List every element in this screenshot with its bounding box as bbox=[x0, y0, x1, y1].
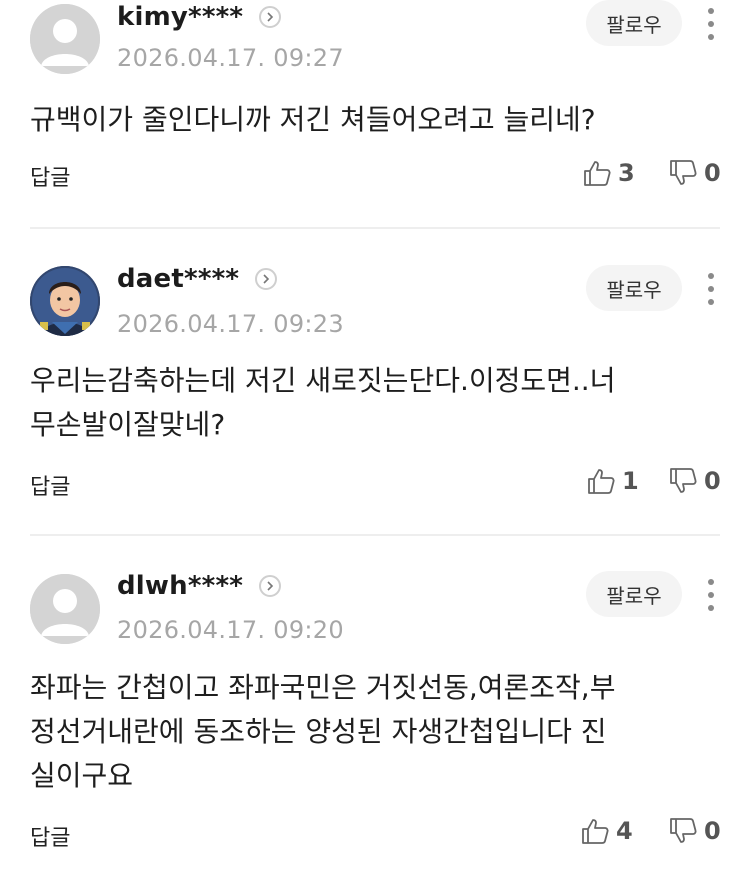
dislike-button[interactable]: 0 bbox=[668, 158, 721, 188]
like-count: 1 bbox=[622, 467, 639, 495]
photo-avatar-icon bbox=[30, 266, 100, 336]
thumbs-up-icon bbox=[584, 161, 611, 186]
timestamp: 2026.04.17. 09:20 bbox=[117, 616, 344, 644]
reply-button[interactable]: 답글 bbox=[30, 469, 70, 501]
avatar[interactable] bbox=[30, 574, 100, 644]
like-button[interactable]: 4 bbox=[580, 816, 633, 846]
reply-button[interactable]: 답글 bbox=[30, 820, 70, 852]
thumbs-up-icon bbox=[582, 819, 609, 844]
dislike-count: 0 bbox=[704, 159, 721, 187]
like-button[interactable]: 3 bbox=[582, 158, 635, 188]
username[interactable]: daet**** bbox=[117, 264, 239, 294]
default-avatar-icon bbox=[30, 4, 100, 74]
dislike-button[interactable]: 0 bbox=[668, 466, 721, 496]
more-vertical-icon bbox=[708, 579, 714, 585]
follow-button[interactable]: 팔로우 bbox=[586, 571, 682, 617]
timestamp: 2026.04.17. 09:27 bbox=[117, 44, 344, 72]
follow-button[interactable]: 팔로우 bbox=[586, 0, 682, 46]
profile-chevron-button[interactable] bbox=[255, 268, 278, 290]
dislike-count: 0 bbox=[704, 467, 721, 495]
follow-button[interactable]: 팔로우 bbox=[586, 265, 682, 311]
username[interactable]: kimy**** bbox=[117, 2, 243, 32]
more-options-button[interactable] bbox=[702, 575, 720, 615]
profile-chevron-button[interactable] bbox=[259, 6, 282, 28]
more-options-button[interactable] bbox=[702, 269, 720, 309]
more-options-button[interactable] bbox=[702, 4, 720, 44]
comment-body: 좌파는 간첩이고 좌파국민은 거짓선동,여론조작,부 정선거내란에 동조하는 양… bbox=[30, 671, 616, 792]
like-button[interactable]: 1 bbox=[586, 466, 639, 496]
comment-item: daet**** 2026.04.17. 09:23 팔로우 우리는감축하는데 … bbox=[0, 229, 750, 534]
profile-chevron-button[interactable] bbox=[259, 575, 282, 597]
username[interactable]: dlwh**** bbox=[117, 571, 243, 601]
default-avatar-icon bbox=[30, 574, 100, 644]
chevron-right-icon bbox=[267, 581, 274, 591]
thumbs-down-icon bbox=[670, 160, 697, 185]
avatar[interactable] bbox=[30, 4, 100, 74]
reply-button[interactable]: 답글 bbox=[30, 160, 70, 192]
thumbs-up-icon bbox=[588, 469, 615, 494]
dislike-count: 0 bbox=[704, 817, 721, 845]
comment-body: 규백이가 줄인다니까 저긴 쳐들어오려고 늘리네? bbox=[30, 103, 596, 136]
like-count: 4 bbox=[616, 817, 633, 845]
thumbs-down-icon bbox=[670, 818, 697, 843]
like-count: 3 bbox=[618, 159, 635, 187]
more-vertical-icon bbox=[708, 8, 714, 14]
dislike-button[interactable]: 0 bbox=[668, 816, 721, 846]
comment-body: 우리는감축하는데 저긴 새로짓는단다.이정도면..너 무손발이잘맞네? bbox=[30, 364, 616, 441]
more-vertical-icon bbox=[708, 273, 714, 279]
chevron-right-icon bbox=[267, 12, 274, 22]
avatar[interactable] bbox=[30, 266, 100, 336]
timestamp: 2026.04.17. 09:23 bbox=[117, 310, 344, 338]
comment-item: kimy**** 2026.04.17. 09:27 팔로우 규백이가 줄인다니… bbox=[0, 0, 750, 227]
comment-item: dlwh**** 2026.04.17. 09:20 팔로우 좌파는 간첩이고 … bbox=[0, 536, 750, 881]
thumbs-down-icon bbox=[670, 468, 697, 493]
chevron-right-icon bbox=[263, 274, 270, 284]
